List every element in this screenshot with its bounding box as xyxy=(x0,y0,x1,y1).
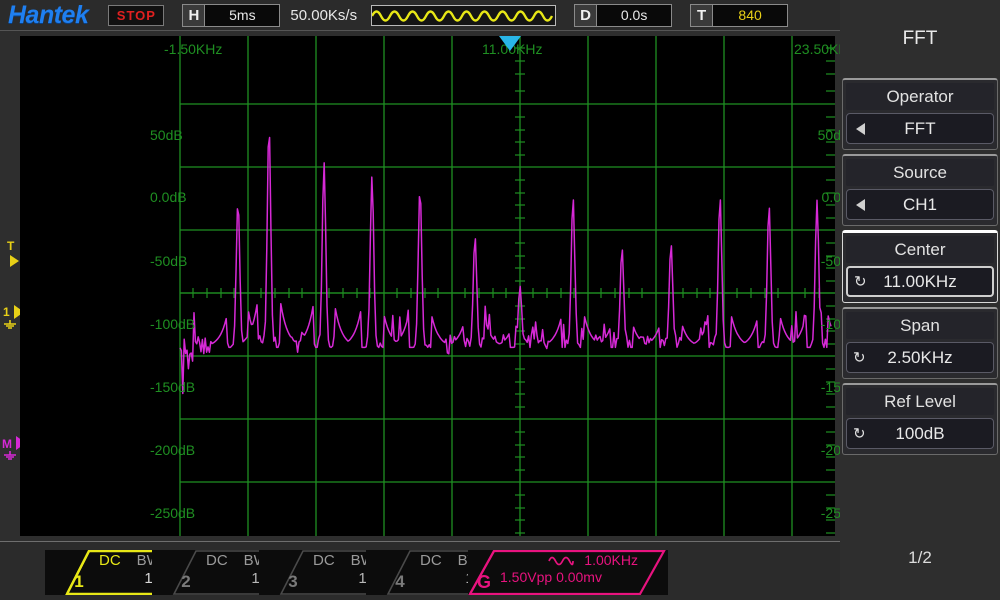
channel-status-bar: 1 DC BW 1V 2 DC BW 1V xyxy=(0,541,840,600)
menu-value-operator[interactable]: FFT xyxy=(846,113,994,144)
waveform-preview[interactable]: T xyxy=(371,5,556,26)
knob-icon: ↻ xyxy=(853,350,866,365)
channel-1-coupling: DC xyxy=(99,552,121,569)
trigger-field[interactable]: T 840 xyxy=(690,4,788,27)
db-tick-label: -200dB xyxy=(150,442,195,458)
arrow-left-icon xyxy=(856,123,865,135)
timebase-field[interactable]: H 5ms xyxy=(182,4,280,27)
menu-label-ref-level: Ref Level xyxy=(846,388,994,415)
math-ground-icon xyxy=(2,451,18,460)
brand-logo: Hantek xyxy=(8,3,88,28)
math-offset-marker[interactable]: M xyxy=(2,437,12,451)
signal-generator-status[interactable]: G 1.00KHz 1.50Vpp 0.00mv xyxy=(468,550,668,595)
trigger-key-label: T xyxy=(691,5,713,26)
db-tick-label: -250dB xyxy=(150,505,195,521)
menu-value-ref-level[interactable]: ↻ 100dB xyxy=(846,418,994,449)
db-tick-label: 0.0dB xyxy=(150,189,187,205)
db-tick-label: 50d xyxy=(818,127,841,143)
db-tick-label: -20 xyxy=(821,442,841,458)
menu-value-span[interactable]: ↻ 2.50KHz xyxy=(846,342,994,373)
channel-4-number: 4 xyxy=(388,550,412,595)
run-stop-badge[interactable]: STOP xyxy=(108,5,164,26)
preview-trigger-marker: T xyxy=(464,5,470,7)
knob-icon: ↻ xyxy=(854,274,867,289)
db-tick-label: -25 xyxy=(821,505,841,521)
delay-field[interactable]: D 0.0s xyxy=(574,4,672,27)
generator-offset: 0.00mv xyxy=(556,569,602,585)
trigger-level-marker[interactable]: T xyxy=(7,239,14,253)
channel1-ground-icon xyxy=(2,320,18,329)
arrow-left-icon xyxy=(856,199,865,211)
generator-frequency: 1.00KHz xyxy=(584,552,638,568)
knob-icon: ↻ xyxy=(853,426,866,441)
db-tick-label: -50 xyxy=(821,253,841,269)
channel1-offset-marker[interactable]: 1 xyxy=(3,305,10,319)
timebase-value: 5ms xyxy=(205,5,279,26)
db-tick-label: -50dB xyxy=(150,253,187,269)
oscilloscope-screen: Hantek STOP H 5ms 50.00Ks/s T D 0.0s T 8… xyxy=(0,0,1000,600)
menu-label-center: Center xyxy=(846,236,994,263)
channel-1-number: 1 xyxy=(67,550,91,595)
menu-group-center[interactable]: Center ↻ 11.00KHz xyxy=(842,230,998,303)
channel-3-coupling: DC xyxy=(313,552,335,569)
menu-page-indicator[interactable]: 1/2 xyxy=(840,548,1000,568)
right-menu-panel: FFT Operator FFT Source CH1 Center ↻ 11.… xyxy=(840,0,1000,600)
menu-group-ref-level[interactable]: Ref Level ↻ 100dB xyxy=(842,383,998,455)
sine-wave-icon xyxy=(548,554,574,567)
generator-amplitude: 1.50Vpp xyxy=(500,569,552,585)
plot-area: T 1 M xyxy=(0,31,840,541)
db-tick-label: 0.0 xyxy=(822,189,841,205)
channel-3-number: 3 xyxy=(281,550,305,595)
generator-tag: G xyxy=(472,550,496,595)
db-tick-label: -100dB xyxy=(150,316,195,332)
db-tick-label: -150dB xyxy=(150,379,195,395)
db-tick-label: -10 xyxy=(821,316,841,332)
menu-value-operator-text: FFT xyxy=(904,119,935,139)
delay-key-label: D xyxy=(575,5,597,26)
trigger-level-arrow-icon[interactable] xyxy=(10,255,19,267)
sample-rate-label: 50.00Ks/s xyxy=(290,7,357,24)
fft-trace xyxy=(20,36,835,536)
menu-group-span[interactable]: Span ↻ 2.50KHz xyxy=(842,307,998,379)
menu-value-center-text: 11.00KHz xyxy=(883,272,956,292)
menu-value-span-text: 2.50KHz xyxy=(887,348,952,368)
fft-display[interactable]: -1.50KHz 11.00KHz 23.50KH 50dB 0.0dB -50… xyxy=(20,36,835,536)
db-tick-label: 50dB xyxy=(150,127,183,143)
db-tick-label: -15 xyxy=(821,379,841,395)
menu-group-source[interactable]: Source CH1 xyxy=(842,154,998,226)
menu-title: FFT xyxy=(840,0,1000,78)
menu-group-operator[interactable]: Operator FFT xyxy=(842,78,998,150)
delay-value: 0.0s xyxy=(597,5,671,26)
menu-label-source: Source xyxy=(846,159,994,186)
menu-value-source-text: CH1 xyxy=(903,195,937,215)
channel-4-coupling: DC xyxy=(420,552,442,569)
channel-2-coupling: DC xyxy=(206,552,228,569)
channel-2-number: 2 xyxy=(174,550,198,595)
menu-label-span: Span xyxy=(846,312,994,339)
center-frequency-marker-icon[interactable] xyxy=(499,36,521,51)
menu-label-operator: Operator xyxy=(846,83,994,110)
trigger-value: 840 xyxy=(713,5,787,26)
menu-value-source[interactable]: CH1 xyxy=(846,189,994,220)
sine-preview-icon xyxy=(372,6,555,25)
menu-value-center[interactable]: ↻ 11.00KHz xyxy=(846,266,994,297)
menu-value-ref-level-text: 100dB xyxy=(895,424,944,444)
timebase-key-label: H xyxy=(183,5,205,26)
